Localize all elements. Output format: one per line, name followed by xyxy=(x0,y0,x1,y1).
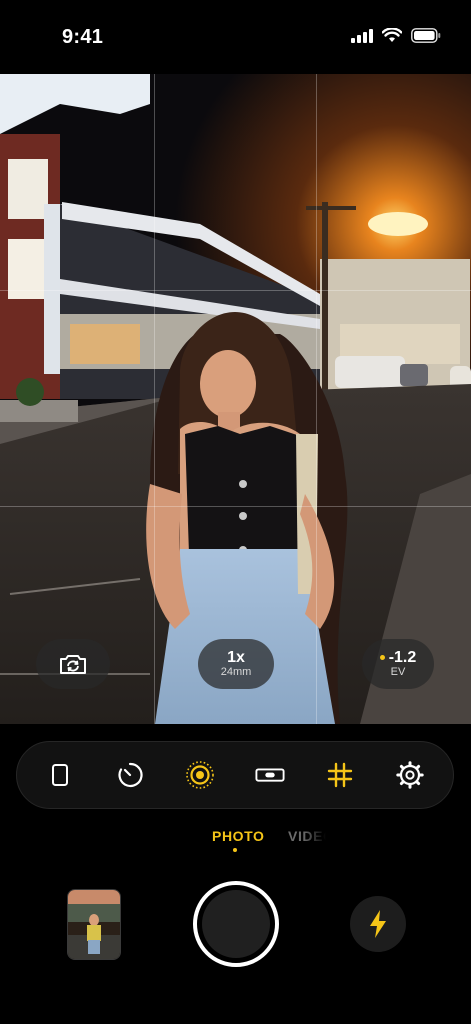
exposure-value: -1.2 xyxy=(388,649,417,666)
level-icon xyxy=(255,768,285,782)
camera-preview-image xyxy=(0,74,471,724)
aspect-ratio-button[interactable] xyxy=(45,760,75,790)
wifi-icon xyxy=(382,28,402,42)
settings-button[interactable] xyxy=(395,760,425,790)
level-button[interactable] xyxy=(255,760,285,790)
settings-gear-icon xyxy=(396,761,424,789)
zoom-level: 1x xyxy=(227,649,245,666)
flash-button[interactable] xyxy=(350,896,406,952)
exposure-indicator-dot xyxy=(379,655,385,660)
timer-icon xyxy=(118,762,143,788)
exposure-button[interactable]: -1.2 EV xyxy=(362,639,434,689)
last-photo-thumbnail[interactable] xyxy=(67,889,121,960)
focal-length: 24mm xyxy=(220,666,252,678)
camera-toolbar xyxy=(16,741,454,809)
camera-viewfinder[interactable]: 1x 24mm -1.2 EV xyxy=(0,74,471,724)
grid-icon xyxy=(327,762,353,788)
timer-button[interactable] xyxy=(115,760,145,790)
grid-line-vertical xyxy=(154,74,155,724)
capture-mode-selector: PHOTO VIDEO xyxy=(0,828,471,854)
live-photo-icon xyxy=(186,761,214,789)
grid-line-horizontal xyxy=(0,506,471,507)
status-time: 9:41 xyxy=(62,26,104,48)
cellular-signal-icon xyxy=(351,28,373,43)
live-photo-button[interactable] xyxy=(185,760,215,790)
mode-selected-indicator xyxy=(233,848,237,852)
status-bar: 9:41 xyxy=(0,0,471,74)
grid-button[interactable] xyxy=(325,760,355,790)
mode-video[interactable]: VIDEO xyxy=(288,828,326,844)
grid-line-vertical xyxy=(316,74,317,724)
flash-icon xyxy=(370,910,386,938)
thumbnail-image xyxy=(68,890,120,959)
mode-photo[interactable]: PHOTO xyxy=(212,828,265,844)
grid-line-horizontal xyxy=(0,290,471,291)
zoom-button[interactable]: 1x 24mm xyxy=(198,639,274,689)
shutter-inner xyxy=(202,890,270,958)
shutter-button[interactable] xyxy=(193,881,279,967)
exposure-unit: EV xyxy=(390,666,406,678)
aspect-ratio-icon xyxy=(52,764,68,786)
camera-rotate-icon xyxy=(60,655,86,674)
flip-camera-button[interactable] xyxy=(36,639,110,689)
status-icons xyxy=(351,28,441,43)
battery-icon xyxy=(411,28,441,43)
